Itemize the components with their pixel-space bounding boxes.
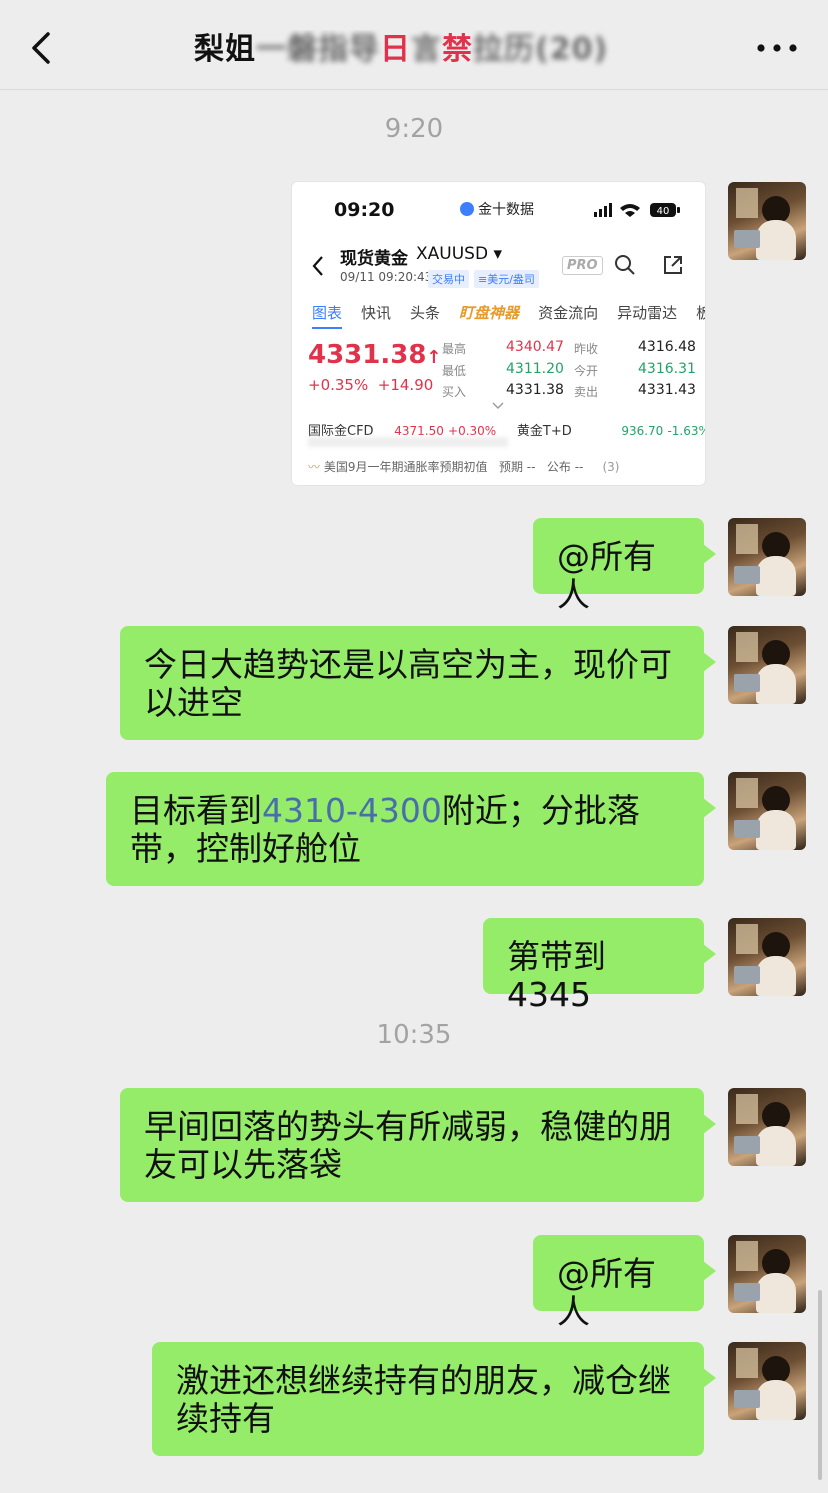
tab-flash: 快讯 (361, 304, 392, 322)
news-expected: 预期 -- (498, 460, 536, 474)
current-price: 4331.38↑ (308, 340, 442, 370)
pro-badge: PRO (562, 256, 603, 275)
avatar[interactable] (728, 1088, 806, 1166)
battery-level: 40 (657, 206, 670, 217)
chat-header: 梨姐一磐指导日言禁拉历(20) (0, 0, 828, 90)
price-change: +0.35% +14.90 (308, 376, 433, 394)
price-value: 4331.38 (308, 340, 427, 370)
image-message[interactable]: 09:20 金十数据 40 现货黄金 XAUUSD ▾ 09/11 09:20:… (291, 181, 706, 486)
news-item: 〰 美国9月一年期通胀率预期初值 预期 -- 公布 -- (3) (308, 458, 698, 475)
app-name: 金十数据 (478, 202, 534, 218)
cfd-change: +0.30% (448, 424, 497, 438)
quote-label-buy: 买入 (442, 385, 467, 399)
quote-label-prev: 昨收 (574, 342, 599, 356)
scrollbar[interactable] (818, 1290, 822, 1480)
arrow-up-icon: ↑ (426, 347, 442, 368)
back-arrow-icon[interactable] (24, 28, 60, 68)
message-bubble[interactable]: @所有人 (533, 518, 716, 614)
title-text-3: 禁 (442, 32, 473, 67)
change-absolute: +14.90 (377, 376, 434, 394)
td-change: -1.63% (667, 424, 706, 438)
title-member-count: 拉历(20) (473, 32, 609, 67)
tab-radar: 异动雷达 (617, 304, 678, 322)
quote-label-low: 最低 (442, 364, 467, 378)
quote-tabs: 图表快讯头条盯盘神器资金流向异动雷达板 (312, 302, 705, 329)
message-text: 目标看到 (130, 791, 262, 830)
trading-status-tag: 交易中 (428, 270, 469, 288)
chevron-left-icon (312, 256, 323, 276)
tab-chart: 图表 (312, 302, 343, 329)
td-value: 936.70 (621, 424, 664, 438)
title-blurred-text: 一磐指导 (256, 32, 380, 67)
quote-label-open: 今开 (574, 364, 599, 378)
quote-label-sell: 卖出 (574, 385, 599, 399)
avatar[interactable] (728, 518, 806, 596)
avatar[interactable] (728, 182, 806, 260)
news-published: 公布 -- (546, 460, 584, 474)
news-count: (3) (602, 460, 620, 474)
time-separator: 9:20 (384, 114, 444, 144)
avatar[interactable] (728, 626, 806, 704)
price-link[interactable]: 4310-4300 (262, 791, 442, 830)
title-text-2: 日 (380, 32, 411, 67)
status-time: 09:20 (334, 199, 395, 221)
message-bubble[interactable]: 激进还想继续持有的朋友，减仓继续持有 (152, 1342, 716, 1456)
title-text: 梨姐 (194, 32, 256, 67)
symbol-code: XAUUSD ▾ (416, 244, 502, 264)
tab-capital-flow: 资金流向 (538, 304, 599, 322)
quote-timestamp: 09/11 09:20:43 (340, 270, 433, 284)
news-text: 美国9月一年期通胀率预期初值 (323, 460, 488, 474)
cfd-value: 4371.50 (394, 424, 444, 438)
status-icons: 40 (594, 203, 680, 217)
message-bubble[interactable]: 第带到4345 (483, 918, 716, 1014)
avatar[interactable] (728, 772, 806, 850)
avatar[interactable] (728, 918, 806, 996)
avatar[interactable] (728, 1342, 806, 1420)
app-logo-icon (460, 202, 474, 216)
tab-headlines: 头条 (410, 304, 441, 322)
td-label: 黄金T+D (516, 424, 572, 439)
message-bubble[interactable]: 早间回落的势头有所减弱，稳健的朋友可以先落袋 (120, 1088, 716, 1202)
message-bubble[interactable]: 目标看到4310-4300附近；分批落带，控制好舱位 (106, 772, 716, 886)
message-bubble[interactable]: @所有人 (533, 1235, 716, 1331)
unit-tag: ≡美元/盎司 (474, 270, 539, 288)
quote-label-high: 最高 (442, 342, 467, 356)
app-label: 金十数据 (460, 199, 534, 219)
change-percent: +0.35% (308, 376, 369, 394)
quote-prev-close: 4316.48 (638, 339, 696, 355)
time-separator: 10:35 (376, 1020, 452, 1050)
title-blurred-text-2: 言 (411, 32, 442, 67)
news-item-blurred (308, 437, 508, 447)
quote-sell: 4331.43 (638, 382, 696, 398)
quote-low: 4311.20 (506, 361, 564, 377)
trend-icon: 〰 (308, 460, 321, 474)
symbol-name: 现货黄金 (340, 249, 408, 269)
quote-high: 4340.47 (506, 339, 564, 355)
tab-monitor: 盯盘神器 (459, 304, 520, 322)
share-icon (664, 256, 682, 274)
quote-buy: 4331.38 (506, 382, 564, 398)
tab-more: 板 (696, 302, 705, 323)
quote-open: 4316.31 (638, 361, 696, 377)
chat-title: 梨姐一磐指导日言禁拉历(20) (194, 30, 644, 70)
avatar[interactable] (728, 1235, 806, 1313)
more-options-icon[interactable] (752, 36, 802, 60)
chevron-down-icon (492, 402, 504, 409)
message-bubble[interactable]: 今日大趋势还是以高空为主，现价可以进空 (120, 626, 716, 740)
search-icon (615, 255, 635, 275)
